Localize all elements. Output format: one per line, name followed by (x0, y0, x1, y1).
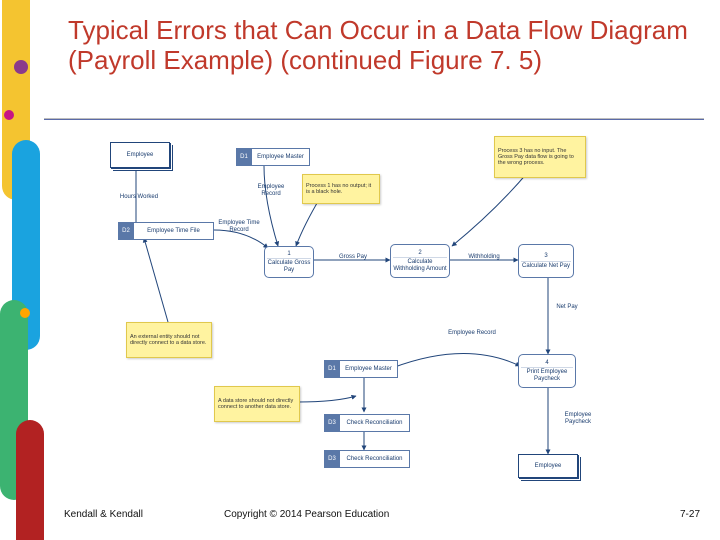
error-note-process1-black-hole: Process 1 has no output; it is a black h… (302, 174, 380, 204)
data-store-d1-employee-master-2: D1 Employee Master (324, 360, 398, 378)
process-number: 4 (521, 360, 573, 369)
store-id: D1 (236, 149, 252, 165)
process-name: Calculate Withholding Amount (393, 259, 447, 272)
store-name: Check Reconciliation (340, 451, 409, 467)
footer-page: 7-27 (680, 509, 700, 520)
flow-label-net-pay: Net Pay (552, 302, 582, 313)
process-3-calculate-net-pay: 3 Calculate Net Pay (518, 244, 574, 278)
flow-label-employee-record-2: Employee Record (446, 328, 498, 339)
process-name: Print Employee Paycheck (521, 369, 573, 382)
process-4-print-paycheck: 4 Print Employee Paycheck (518, 354, 576, 388)
process-2-calculate-withholding: 2 Calculate Withholding Amount (390, 244, 450, 278)
process-number: 3 (521, 253, 571, 262)
title-rule (44, 119, 704, 120)
decor-dot (14, 60, 28, 74)
decor-dot (20, 308, 30, 318)
store-id: D3 (324, 415, 340, 431)
decor-stripe (16, 420, 44, 540)
process-number: 2 (393, 250, 447, 259)
decor-dot (4, 110, 14, 120)
flow-label-employee-paycheck: Employee Paycheck (552, 410, 604, 427)
external-entity-employee-sink: Employee (518, 454, 578, 478)
data-store-d3-check-reconciliation-2: D3 Check Reconciliation (324, 450, 410, 468)
process-name: Calculate Gross Pay (267, 260, 311, 273)
error-note-process3-no-input: Process 3 has no input. The Gross Pay da… (494, 136, 586, 178)
store-name: Employee Master (340, 361, 397, 377)
store-id: D3 (324, 451, 340, 467)
footer-copyright: Copyright © 2014 Pearson Education (224, 509, 389, 520)
process-name: Calculate Net Pay (522, 263, 570, 270)
flow-label-withholding: Withholding (456, 252, 512, 263)
flow-label-employee-time-record: Employee Time Record (212, 218, 266, 235)
data-store-d3-check-reconciliation: D3 Check Reconciliation (324, 414, 410, 432)
data-store-d1-employee-master: D1 Employee Master (236, 148, 310, 166)
store-id: D2 (118, 223, 134, 239)
dfd-diagram: Employee D1 Employee Master Employee Rec… (96, 130, 656, 490)
footer-author: Kendall & Kendall (64, 509, 143, 520)
store-id: D1 (324, 361, 340, 377)
external-entity-employee: Employee (110, 142, 170, 168)
store-name: Employee Master (252, 149, 309, 165)
data-store-d2-employee-time-file: D2 Employee Time File (118, 222, 214, 240)
store-name: Employee Time File (134, 223, 213, 239)
flow-label-employee-record: Employee Record (246, 182, 296, 199)
decorative-sidebar (0, 0, 34, 540)
store-name: Check Reconciliation (340, 415, 409, 431)
process-number: 1 (267, 251, 311, 260)
flow-label-gross-pay: Gross Pay (328, 252, 378, 263)
error-note-store-to-store: A data store should not directly connect… (214, 386, 300, 422)
slide-title: Typical Errors that Can Occur in a Data … (68, 16, 688, 76)
flow-label-hours-worked: Hours Worked (116, 192, 162, 203)
process-1-calculate-gross-pay: 1 Calculate Gross Pay (264, 246, 314, 278)
slide: Typical Errors that Can Occur in a Data … (0, 0, 720, 540)
error-note-entity-to-store: An external entity should not directly c… (126, 322, 212, 358)
